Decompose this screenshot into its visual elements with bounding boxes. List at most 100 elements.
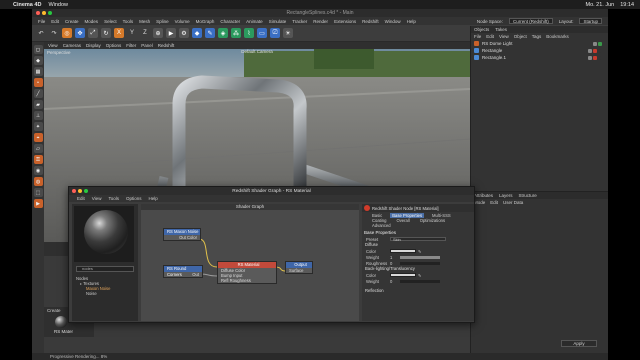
tab-structure[interactable]: Structure [519, 193, 537, 198]
objects-menu-bookmarks[interactable]: Bookmarks [546, 34, 569, 39]
node-maxon-noise[interactable]: RS Maxon Noise Out Color [163, 228, 201, 241]
sg-menu-options[interactable]: Options [126, 196, 142, 201]
axis-z-icon[interactable]: Z [140, 28, 150, 38]
render-settings-icon[interactable]: ⚙ [179, 28, 189, 38]
menu-volume[interactable]: Volume [175, 19, 190, 24]
backlight-weight-slider[interactable] [400, 279, 440, 283]
menu-animate[interactable]: Animate [246, 19, 263, 24]
sg-menu-help[interactable]: Help [148, 196, 157, 201]
viewport-menu-redshift[interactable]: Redshift [158, 43, 175, 48]
attributes-menu-edit[interactable]: Edit [490, 200, 498, 205]
viewport-menu-panel[interactable]: Panel [141, 43, 153, 48]
layout-select[interactable]: Startup [579, 18, 602, 24]
make-editable-icon[interactable]: ◻ [33, 45, 43, 54]
model-mode-icon[interactable]: ◆ [33, 56, 43, 65]
cube-icon[interactable]: ◆ [192, 28, 202, 38]
object-visibility[interactable] [593, 41, 602, 46]
node-input-port[interactable]: Refl Roughness [218, 278, 276, 283]
color-picker-icon[interactable]: ✎ [418, 249, 422, 254]
menu-extensions[interactable]: Extensions [334, 19, 356, 24]
diffuse-roughness-value[interactable]: 0 [390, 261, 398, 266]
diffuse-weight-value[interactable]: 1 [390, 255, 398, 260]
backlight-weight-value[interactable]: 0 [390, 279, 398, 284]
node-search-input[interactable]: nodes [76, 266, 134, 272]
tab-attributes[interactable]: Attributes [474, 193, 493, 198]
tab-optimizations[interactable]: Optimizations [418, 218, 447, 223]
viewport-menu-filter[interactable]: Filter [126, 43, 136, 48]
solo-icon[interactable]: ◉ [33, 166, 43, 175]
light-icon[interactable]: ☀ [283, 28, 293, 38]
axis-x-icon[interactable]: X [114, 28, 124, 38]
sg-menu-edit[interactable]: Edit [77, 196, 85, 201]
viewport-menu-options[interactable]: Options [106, 43, 122, 48]
enable-axis-icon[interactable]: ⊥ [33, 111, 43, 120]
attributes-menu-user-data[interactable]: User Data [503, 200, 523, 205]
subdivision-icon[interactable]: ◈ [218, 28, 228, 38]
viewport-solo-icon[interactable]: ◍ [33, 177, 43, 186]
node-output[interactable]: Output Surface [285, 261, 313, 274]
menu-file[interactable]: File [38, 19, 45, 24]
apply-button[interactable]: Apply [561, 340, 597, 347]
move-icon[interactable]: ✥ [75, 28, 85, 38]
color-picker-icon[interactable]: ✎ [418, 273, 422, 278]
snap-icon[interactable]: ⌖ [33, 133, 43, 142]
lock-workplane-icon[interactable]: ⚿ [33, 155, 43, 164]
backlight-color-swatch[interactable] [390, 273, 416, 277]
pen-icon[interactable]: ✎ [205, 28, 215, 38]
menu-redshift[interactable]: Redshift [362, 19, 379, 24]
tab-layers[interactable]: Layers [499, 193, 513, 198]
viewport-menu-display[interactable]: Display [86, 43, 101, 48]
node-output-port[interactable]: Out Color [164, 235, 200, 240]
menu-tracker[interactable]: Tracker [292, 19, 307, 24]
cloner-icon[interactable]: ⁂ [231, 28, 241, 38]
undo-icon[interactable]: ↶ [36, 28, 46, 38]
preset-select[interactable]: Skin [390, 237, 446, 242]
menu-window[interactable]: Window [385, 19, 401, 24]
diffuse-roughness-slider[interactable] [400, 261, 440, 265]
sg-menu-view[interactable]: View [92, 196, 102, 201]
redo-icon[interactable]: ↷ [49, 28, 59, 38]
menu-edit[interactable]: Edit [51, 19, 59, 24]
axis-y-icon[interactable]: Y [127, 28, 137, 38]
attributes-menu-mode[interactable]: Mode [474, 200, 485, 205]
menu-simulate[interactable]: Simulate [269, 19, 287, 24]
object-row[interactable]: Rectangle [471, 47, 608, 54]
objects-menu-file[interactable]: File [474, 34, 481, 39]
objects-menu-edit[interactable]: Edit [486, 34, 494, 39]
tab-takes[interactable]: Takes [495, 27, 507, 32]
object-row[interactable]: RS Dome Light [471, 40, 608, 47]
objects-menu-tags[interactable]: Tags [532, 34, 542, 39]
menu-select[interactable]: Select [104, 19, 117, 24]
menu-tools[interactable]: Tools [123, 19, 134, 24]
texture-mode-icon[interactable]: ▦ [33, 67, 43, 76]
floor-icon[interactable]: ▭ [257, 28, 267, 38]
edges-mode-icon[interactable]: ╱ [33, 89, 43, 98]
tab-advanced[interactable]: Advanced [370, 223, 393, 228]
diffuse-color-swatch[interactable] [390, 249, 416, 253]
shader-graph-canvas[interactable]: Shader Graph RS Maxon Noise Out Color RS… [141, 204, 359, 321]
menu-create[interactable]: Create [65, 19, 79, 24]
app-menu[interactable]: Cinema 4D [13, 2, 41, 8]
scale-icon[interactable]: ⤢ [88, 28, 98, 38]
viewport-menu-view[interactable]: View [48, 43, 58, 48]
polygons-mode-icon[interactable]: ▰ [33, 100, 43, 109]
menu-mograph[interactable]: MoGraph [196, 19, 215, 24]
deformer-icon[interactable]: ⌇ [244, 28, 254, 38]
object-row[interactable]: Rectangle.1 [471, 54, 608, 61]
menu-render[interactable]: Render [313, 19, 328, 24]
render-region-icon[interactable]: ⬚ [33, 188, 43, 197]
tweak-mode-icon[interactable]: ✦ [33, 122, 43, 131]
object-tags[interactable] [588, 55, 602, 60]
menu-mesh[interactable]: Mesh [139, 19, 150, 24]
objects-menu-view[interactable]: View [499, 34, 509, 39]
sg-menu-tools[interactable]: Tools [108, 196, 119, 201]
live-select-icon[interactable]: ◎ [62, 28, 72, 38]
window-menu[interactable]: Window [48, 2, 68, 8]
menu-spline[interactable]: Spline [156, 19, 169, 24]
coordinate-system-icon[interactable]: ⊕ [153, 28, 163, 38]
viewport-menu-cameras[interactable]: Cameras [63, 43, 81, 48]
render-view-icon[interactable]: ▶ [166, 28, 176, 38]
section-reflection[interactable]: Reflection [362, 288, 474, 294]
objects-menu-object[interactable]: Object [514, 34, 527, 39]
menu-help[interactable]: Help [407, 19, 416, 24]
